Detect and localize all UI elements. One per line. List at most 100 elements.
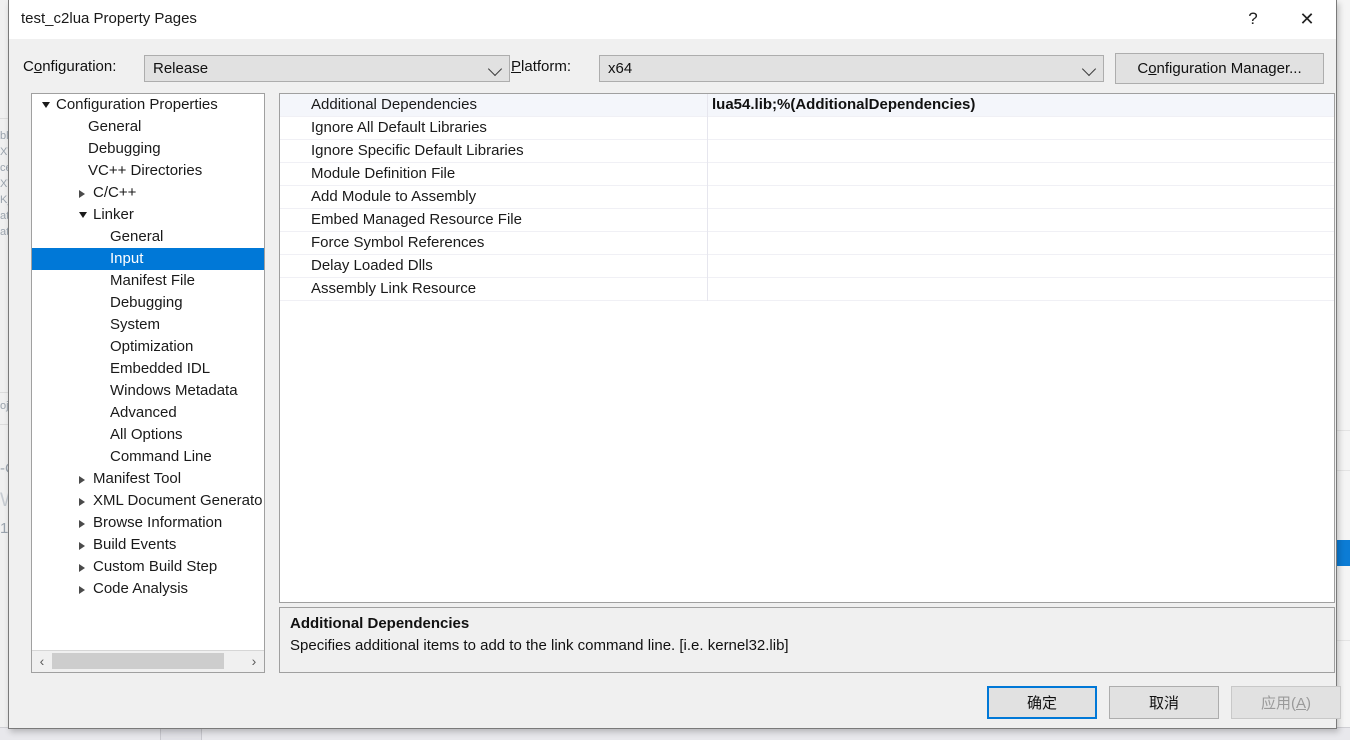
grid-column-divider[interactable] [707,94,708,117]
tree-item-label: Custom Build Step [93,558,218,575]
grid-column-divider[interactable] [707,163,708,186]
tree-item-manifest-file[interactable]: Manifest File [32,270,264,292]
tree-item-windows-metadata[interactable]: Windows Metadata [32,380,264,402]
configuration-select[interactable]: Release [144,55,510,82]
property-row[interactable]: Add Module to Assembly [280,186,1334,209]
property-name: Ignore All Default Libraries [311,119,487,136]
grid-column-divider[interactable] [707,255,708,278]
ide-ghost-divider [1337,640,1350,641]
tree-item-c-c[interactable]: C/C++ [32,182,264,204]
property-pages-dialog: test_c2lua Property Pages ? ✕ Configurat… [8,0,1341,729]
tree-item-optimization[interactable]: Optimization [32,336,264,358]
tree-item-general[interactable]: General [32,116,264,138]
tree-horizontal-scrollbar[interactable]: ‹ › [32,650,264,672]
property-row[interactable]: Delay Loaded Dlls [280,255,1334,278]
tree-item-vc-directories[interactable]: VC++ Directories [32,160,264,182]
grid-column-divider[interactable] [707,209,708,232]
help-icon[interactable]: ? [1230,0,1276,38]
row-gutter [280,209,292,232]
property-name: Assembly Link Resource [311,280,477,297]
tree-item-general[interactable]: General [32,226,264,248]
property-grid: Additional Dependencies lua54.lib;%(Addit… [279,93,1335,603]
ide-ghost-divider [1337,470,1350,471]
chevron-collapsed-icon[interactable] [79,498,85,506]
property-name: Force Symbol References [311,234,485,251]
tree-item-system[interactable]: System [32,314,264,336]
platform-select[interactable]: x64 [599,55,1104,82]
grid-column-divider[interactable] [707,140,708,163]
tree-item-browse-information[interactable]: Browse Information [32,512,264,534]
ide-ghost-text: oje [0,400,8,412]
chevron-collapsed-icon[interactable] [79,190,85,198]
chevron-expanded-icon[interactable] [42,102,50,108]
row-gutter [280,278,292,301]
tree-item-debugging[interactable]: Debugging [32,138,264,160]
configuration-selected-value: Release [153,60,209,77]
grid-column-divider[interactable] [707,278,708,301]
chevron-collapsed-icon[interactable] [79,542,85,550]
dialog-title: test_c2lua Property Pages [21,10,197,27]
configuration-manager-button[interactable]: Configuration Manager... [1115,53,1324,84]
configuration-toolbar: Configuration: Release Platform: x64 Con… [9,39,1336,95]
tree-item-label: Manifest Tool [93,470,182,487]
tree-item-xml-document-generato[interactable]: XML Document Generato [32,490,264,512]
grid-column-divider [707,301,708,602]
property-row[interactable]: Ignore All Default Libraries [280,117,1334,140]
scroll-left-icon[interactable]: ‹ [33,651,51,671]
property-row[interactable]: Module Definition File [280,163,1334,186]
grid-column-divider[interactable] [707,232,708,255]
property-name: Module Definition File [311,165,456,182]
tree-item-label: Code Analysis [93,580,189,597]
property-row[interactable]: Assembly Link Resource [280,278,1334,301]
tree-item-custom-build-step[interactable]: Custom Build Step [32,556,264,578]
chevron-down-icon [1081,61,1097,77]
tree-item-code-analysis[interactable]: Code Analysis [32,578,264,600]
tree-item-label: XML Document Generato [93,492,263,509]
tree-item-input[interactable]: Input [32,248,264,270]
tree-item-embedded-idl[interactable]: Embedded IDL [32,358,264,380]
property-value[interactable]: lua54.lib;%(AdditionalDependencies) [712,96,975,113]
close-icon[interactable]: ✕ [1284,0,1330,38]
ide-ghost-divider [1337,430,1350,431]
grid-column-divider[interactable] [707,117,708,140]
tree-item-linker[interactable]: Linker [32,204,264,226]
platform-selected-value: x64 [608,60,633,77]
chevron-collapsed-icon[interactable] [79,564,85,572]
apply-button[interactable]: 应用(A) [1231,686,1341,719]
grid-column-divider[interactable] [707,186,708,209]
property-grid-rows: Additional Dependencies lua54.lib;%(Addit… [280,94,1334,301]
tree-item-all-options[interactable]: All Options [32,424,264,446]
tree-item-label: Debugging [110,294,183,311]
tree-item-manifest-tool[interactable]: Manifest Tool [32,468,264,490]
tree-item-label: Manifest File [110,272,196,289]
ok-button[interactable]: 确定 [987,686,1097,719]
tree-item-configuration-properties[interactable]: Configuration Properties [32,94,264,116]
chevron-collapsed-icon[interactable] [79,586,85,594]
tree-item-debugging[interactable]: Debugging [32,292,264,314]
ide-ghost-text: 10 [0,520,8,537]
scroll-right-icon[interactable]: › [245,651,263,671]
chevron-down-icon [487,61,503,77]
chevron-collapsed-icon[interactable] [79,476,85,484]
tree-item-build-events[interactable]: Build Events [32,534,264,556]
chevron-collapsed-icon[interactable] [79,520,85,528]
description-body: Specifies additional items to add to the… [290,637,789,654]
property-row[interactable]: Ignore Specific Default Libraries [280,140,1334,163]
property-tree-panel: Configuration Properties General Debugging… [31,93,265,673]
row-gutter [280,94,292,117]
tree-item-label: Linker [93,206,134,223]
property-name: Ignore Specific Default Libraries [311,142,524,159]
tree-item-command-line[interactable]: Command Line [32,446,264,468]
tree-item-advanced[interactable]: Advanced [32,402,264,424]
property-row[interactable]: Embed Managed Resource File [280,209,1334,232]
ide-right-panel-strip [1337,0,1350,740]
cancel-button[interactable]: 取消 [1109,686,1219,719]
chevron-expanded-icon[interactable] [79,212,87,218]
ide-status-segment [160,728,202,740]
property-row[interactable]: Force Symbol References [280,232,1334,255]
scrollbar-thumb[interactable] [52,653,224,669]
ide-ghost-text: ble [0,130,8,142]
property-row[interactable]: Additional Dependencies lua54.lib;%(Addit… [280,94,1334,117]
ide-ghost-text: XV [0,178,8,190]
description-panel: Additional Dependencies Specifies additi… [279,607,1335,673]
